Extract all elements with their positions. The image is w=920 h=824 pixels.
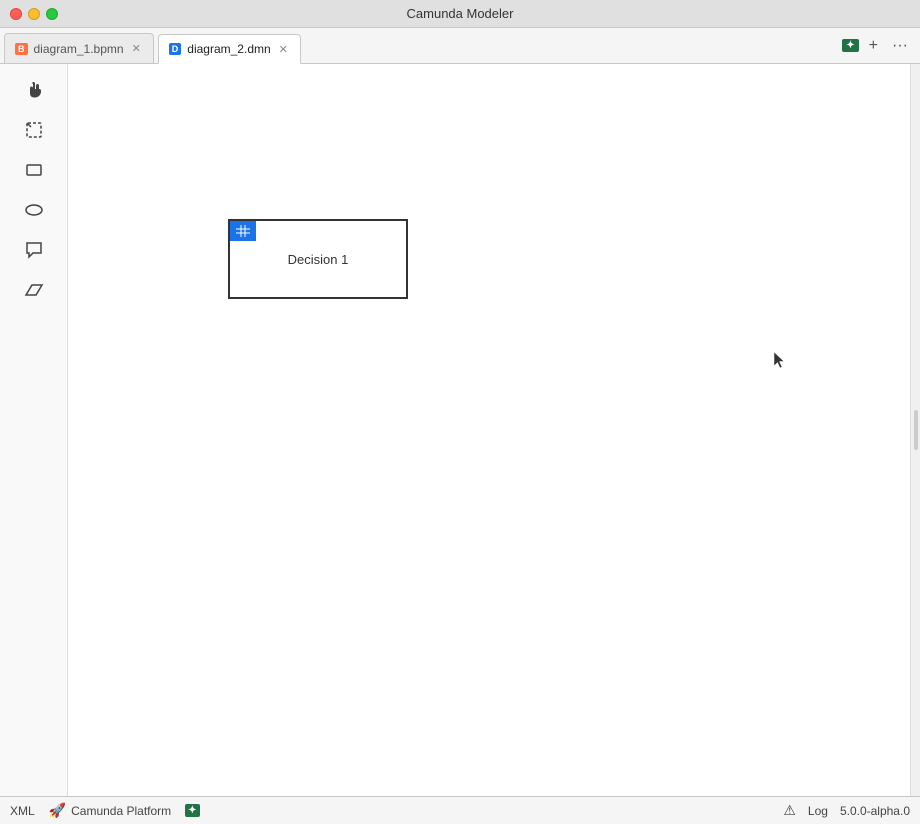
tab2-label: diagram_2.dmn [187,42,270,56]
excel-deploy-item[interactable]: ✦ [185,804,199,817]
more-options-button[interactable]: ··· [888,35,912,57]
warning-item[interactable]: ⚠ [783,802,796,819]
version-label: 5.0.0-alpha.0 [840,804,910,818]
minimize-button[interactable] [28,8,40,20]
callout-tool-button[interactable] [12,232,56,268]
maximize-button[interactable] [46,8,58,20]
warning-icon: ⚠ [783,802,796,819]
statusbar: XML 🚀 Camunda Platform ✦ ⚠ Log 5.0.0-alp… [0,796,920,824]
deploy-excel-icon: ✦ [185,804,199,817]
left-toolbar [0,64,68,796]
parallelogram-tool-button[interactable] [12,272,56,308]
rectangle-tool-button[interactable] [12,152,56,188]
tab2-close-button[interactable]: ✕ [277,42,290,57]
cursor-indicator [774,352,786,370]
tab-diagram1-bpmn[interactable]: B diagram_1.bpmn ✕ [4,33,154,63]
log-item[interactable]: Log [808,804,828,818]
tab1-close-button[interactable]: ✕ [130,41,143,56]
statusbar-left: XML 🚀 Camunda Platform ✦ [10,802,200,819]
titlebar: Camunda Modeler [0,0,920,28]
log-label: Log [808,804,828,818]
tabbar: B diagram_1.bpmn ✕ D diagram_2.dmn ✕ ✦ +… [0,28,920,64]
tabbar-actions: ✦ + ··· [834,28,920,63]
platform-label: Camunda Platform [71,804,171,818]
version-item: 5.0.0-alpha.0 [840,804,910,818]
canvas[interactable]: Decision 1 [68,64,910,796]
rocket-icon: 🚀 [49,802,66,819]
new-tab-button[interactable]: + [865,35,882,57]
xml-button[interactable]: XML [10,804,35,818]
lasso-tool-button[interactable] [12,112,56,148]
main-area: Decision 1 [0,64,920,796]
tab1-label: diagram_1.bpmn [34,42,124,56]
decision-node-header [230,221,256,241]
tab-diagram2-dmn[interactable]: D diagram_2.dmn ✕ [158,34,301,64]
dmn-icon: D [169,43,182,55]
hand-tool-button[interactable] [12,72,56,108]
decision-node-label: Decision 1 [230,221,406,297]
ellipse-tool-button[interactable] [12,192,56,228]
traffic-lights [10,8,58,20]
xml-label: XML [10,804,35,818]
decision-node[interactable]: Decision 1 [228,219,408,299]
platform-item[interactable]: 🚀 Camunda Platform [49,802,171,819]
right-panel-handle[interactable] [910,64,920,796]
app-title: Camunda Modeler [407,6,514,21]
statusbar-right: ⚠ Log 5.0.0-alpha.0 [783,802,910,819]
excel-status-icon: ✦ [842,39,858,52]
right-handle-bar [914,410,918,450]
bpmn-icon: B [15,43,28,55]
close-button[interactable] [10,8,22,20]
